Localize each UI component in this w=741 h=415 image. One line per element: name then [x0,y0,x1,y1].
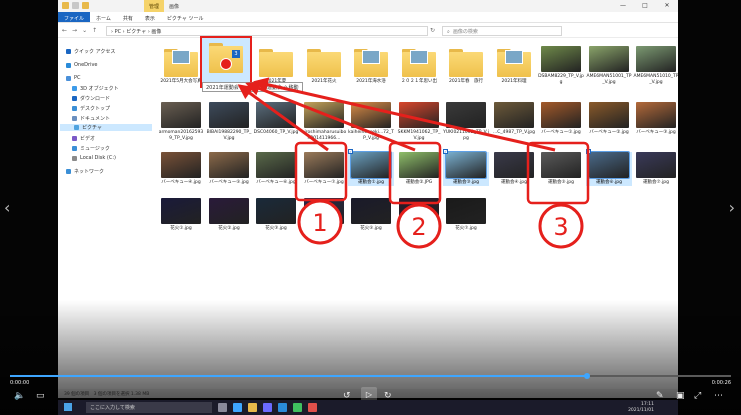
highlight-box-3 [526,141,590,205]
highlight-box-1 [294,141,348,202]
video-frame: ‹ › 管理 画像 — □ ✕ ファイル ホーム 共有 表示 ピクチャ ツール … [0,0,741,415]
annotation-number-1: 1 [312,209,327,237]
annotation-layer: 1 2 3 [237,77,590,249]
annotation-number-3: 3 [553,213,568,241]
annotation-number-2: 2 [411,213,426,241]
drag-arrow-2 [245,81,416,152]
highlight-box-2 [388,141,442,205]
drag-arrow-3 [253,77,556,152]
